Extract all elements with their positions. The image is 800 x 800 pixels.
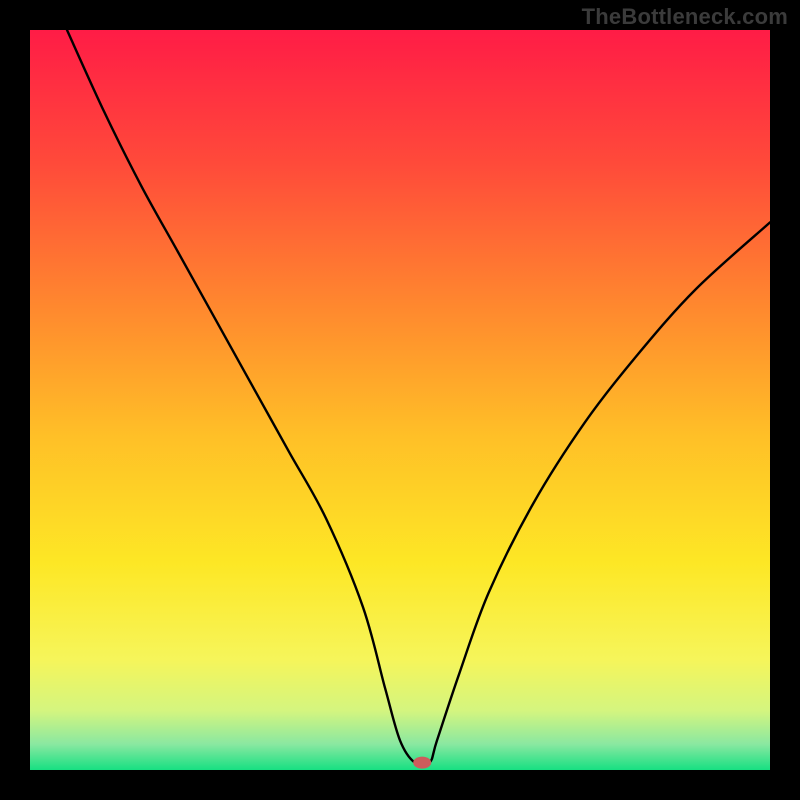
plot-area [30,30,770,770]
gradient-background [30,30,770,770]
watermark-label: TheBottleneck.com [582,4,788,30]
bottleneck-chart [30,30,770,770]
optimum-marker [413,757,431,769]
chart-frame: TheBottleneck.com [0,0,800,800]
